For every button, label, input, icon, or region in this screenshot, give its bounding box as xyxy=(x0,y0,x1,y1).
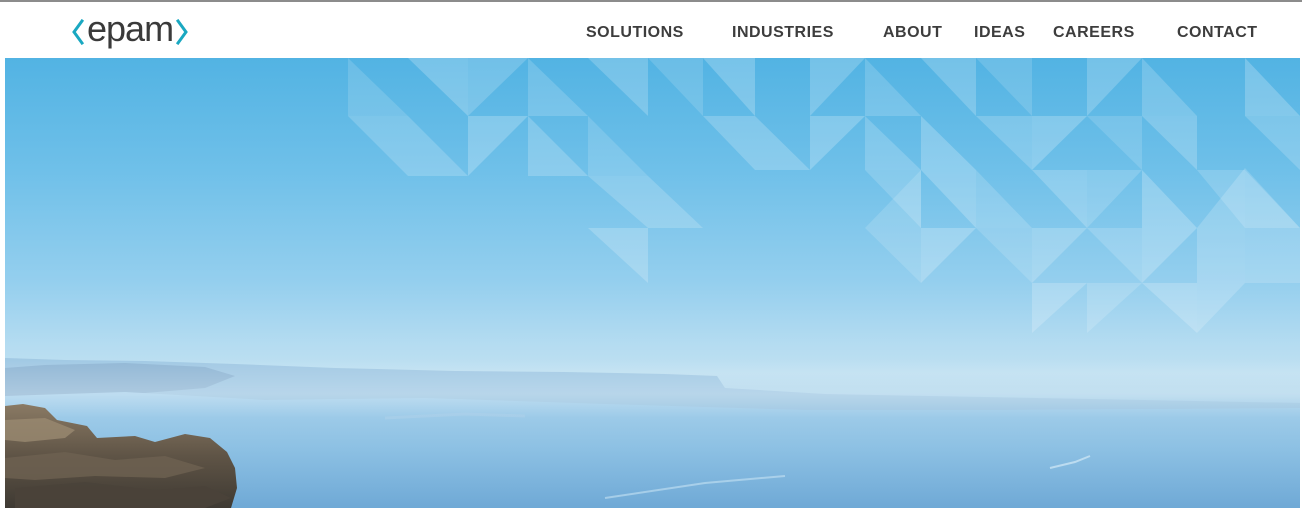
page: epam SOLUTIONS INDUSTRIES ABOUT IDEAS CA… xyxy=(0,0,1302,508)
nav-item-about[interactable]: ABOUT xyxy=(883,24,942,42)
nav-item-contact[interactable]: CONTACT xyxy=(1177,24,1258,42)
site-header: epam SOLUTIONS INDUSTRIES ABOUT IDEAS CA… xyxy=(0,2,1302,58)
nav-item-careers[interactable]: CAREERS xyxy=(1053,24,1135,42)
main-navigation: SOLUTIONS INDUSTRIES ABOUT IDEAS CAREERS… xyxy=(0,2,1302,58)
nav-item-industries[interactable]: INDUSTRIES xyxy=(732,24,834,42)
nav-item-solutions[interactable]: SOLUTIONS xyxy=(586,24,684,42)
triangle-pattern xyxy=(348,58,1300,333)
hero-landscape-image xyxy=(5,58,1300,508)
nav-item-ideas[interactable]: IDEAS xyxy=(974,24,1025,42)
hero-banner xyxy=(5,58,1300,508)
